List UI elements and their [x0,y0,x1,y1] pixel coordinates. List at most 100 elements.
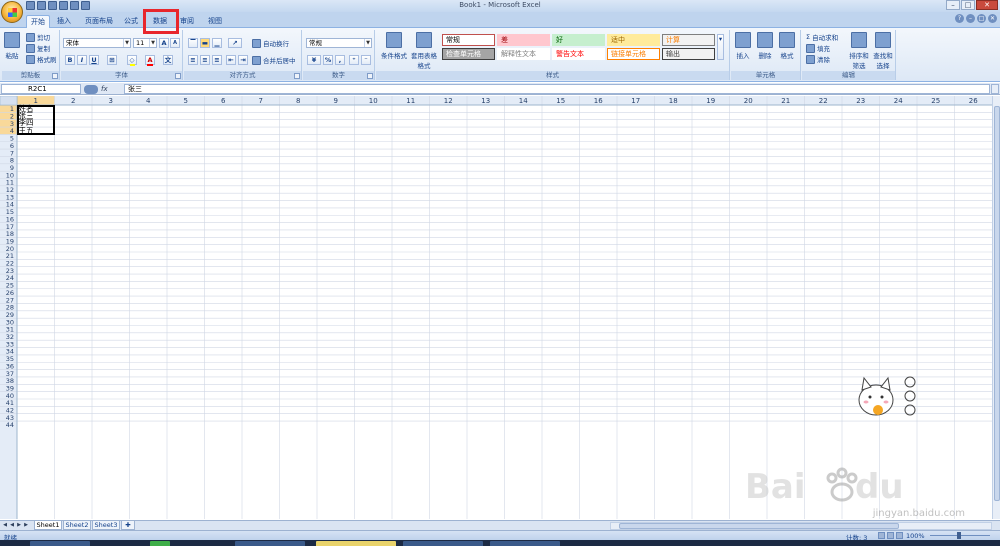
column-header-15[interactable]: 15 [556,97,565,105]
cell-style-5[interactable]: 检查单元格 [442,48,495,60]
column-header-24[interactable]: 24 [894,97,903,105]
taskbar-item[interactable] [490,541,560,546]
cell-style-3[interactable]: 适中 [607,34,660,46]
ribbon-minimize-icon[interactable]: – [966,14,975,23]
column-header-4[interactable]: 4 [146,97,151,105]
column-header-2[interactable]: 2 [71,97,75,105]
ribbon-restore-icon[interactable]: □ [977,14,986,23]
column-header-8[interactable]: 8 [296,97,300,105]
column-header-10[interactable]: 10 [369,97,378,105]
taskbar-item[interactable] [403,541,483,546]
column-header-14[interactable]: 14 [519,97,528,105]
column-header-23[interactable]: 23 [856,97,865,105]
align-middle-button[interactable]: ▬ [200,38,210,48]
ribbon-close-icon[interactable]: ✕ [988,14,997,23]
cell-style-1[interactable]: 差 [497,34,550,46]
find-select-button[interactable]: 查找和选择 [872,32,894,70]
taskbar-item[interactable] [30,541,90,546]
alignment-launcher[interactable] [294,73,300,79]
taskbar-item[interactable] [150,541,170,546]
cell-style-4[interactable]: 计算 [662,34,715,46]
column-header-11[interactable]: 11 [406,97,415,105]
format-painter-button[interactable]: 格式刷 [26,54,57,64]
worksheet-grid[interactable]: 1 2 3 4 5 6 7 8 9 10 11 12 13 14 15 16 17 18 19 20 21 22 23 24 2… [0,96,992,519]
align-top-button[interactable]: ▔ [188,38,198,48]
column-header-12[interactable]: 12 [444,97,453,105]
fill-button[interactable]: 填充 [806,43,830,53]
taskbar-item[interactable] [316,541,396,546]
formula-input[interactable]: 张三 [124,84,990,94]
paste-button[interactable]: 粘贴 [4,32,20,60]
column-header-3[interactable]: 3 [109,97,113,105]
conditional-format-button[interactable]: 条件格式 [380,32,408,60]
cell-style-9[interactable]: 输出 [662,48,715,60]
increase-decimal-button[interactable]: ⁺ [349,55,359,65]
name-box[interactable]: R2C1 [1,84,81,94]
maximize-button[interactable]: □ [961,0,975,10]
underline-button[interactable]: U [89,55,99,65]
vertical-scroll-thumb[interactable] [994,106,1000,501]
format-cells-button[interactable]: 格式 [779,32,795,60]
number-format-select[interactable]: 常规 ▼ [306,38,372,48]
font-size-select[interactable]: 11 ▼ [133,38,157,48]
first-sheet-icon[interactable]: ◀ [2,522,8,529]
close-button[interactable]: ✕ [976,0,998,10]
fill-color-button[interactable]: ◇ [127,55,137,66]
cell-style-6[interactable]: 解释性文本 [497,48,550,60]
help-icon[interactable]: ? [955,14,964,23]
column-header-13[interactable]: 13 [481,97,490,105]
cell-style-2[interactable]: 好 [552,34,605,46]
increase-indent-button[interactable]: ⇥ [238,55,248,65]
decrease-decimal-button[interactable]: ⁻ [361,55,371,65]
zoom-level[interactable]: 100% [906,532,925,540]
tab-formulas[interactable]: 公式 [120,15,142,28]
column-header-19[interactable]: 19 [706,97,715,105]
borders-button[interactable]: ⊞ [107,55,117,65]
prev-sheet-icon[interactable]: ◀ [9,522,15,529]
italic-button[interactable]: I [77,55,87,65]
column-header-5[interactable]: 5 [184,97,188,105]
vertical-scrollbar[interactable] [992,96,1000,519]
fx-icon[interactable]: fx [101,85,108,93]
office-button[interactable] [1,1,23,23]
column-header-9[interactable]: 9 [334,97,338,105]
autosum-button[interactable]: Σ 自动求和 [806,32,838,42]
row-header-44[interactable]: 44 [6,421,14,429]
column-header-17[interactable]: 17 [631,97,640,105]
tab-insert[interactable]: 插入 [53,15,75,28]
number-launcher[interactable] [367,73,373,79]
sheet-tab-2[interactable]: Sheet2 [63,521,91,530]
align-right-button[interactable]: ≡ [212,55,222,65]
page-break-view-icon[interactable] [896,532,903,539]
merge-center-button[interactable]: 合并后居中 [252,55,296,65]
formula-expand-button[interactable] [991,84,999,94]
styles-more-icon[interactable]: ▾ [717,34,724,60]
zoom-slider-knob[interactable] [957,532,961,539]
column-header-20[interactable]: 20 [744,97,753,105]
orientation-button[interactable]: ↗ [228,38,242,48]
column-header-18[interactable]: 18 [669,97,678,105]
comma-button[interactable]: , [335,55,345,65]
sheet-tab-1[interactable]: Sheet1 [34,521,62,530]
cell-style-8[interactable]: 链接单元格 [607,48,660,60]
align-center-button[interactable]: ≡ [200,55,210,65]
clipboard-launcher[interactable] [52,73,58,79]
sort-filter-button[interactable]: 排序和筛选 [848,32,870,70]
column-header-21[interactable]: 21 [781,97,790,105]
grow-font-button[interactable]: A [159,38,169,48]
cut-button[interactable]: 剪切 [26,32,50,42]
tab-view[interactable]: 视图 [204,15,226,28]
shrink-font-button[interactable]: A [170,38,180,48]
insert-sheet-button[interactable]: ✚ [121,521,135,530]
taskbar-item[interactable] [235,541,305,546]
normal-view-icon[interactable] [878,532,885,539]
wrap-text-button[interactable]: 自动换行 [252,38,289,48]
cell-style-7[interactable]: 警告文本 [552,48,605,60]
table-format-button[interactable]: 套用表格格式 [410,32,438,70]
font-color-button[interactable]: A [145,55,155,66]
last-sheet-icon[interactable]: ▶ [23,522,29,529]
column-header-7[interactable]: 7 [259,97,263,105]
align-left-button[interactable]: ≡ [188,55,198,65]
minimize-button[interactable]: – [946,0,960,10]
tab-page-layout[interactable]: 页面布局 [80,15,118,28]
